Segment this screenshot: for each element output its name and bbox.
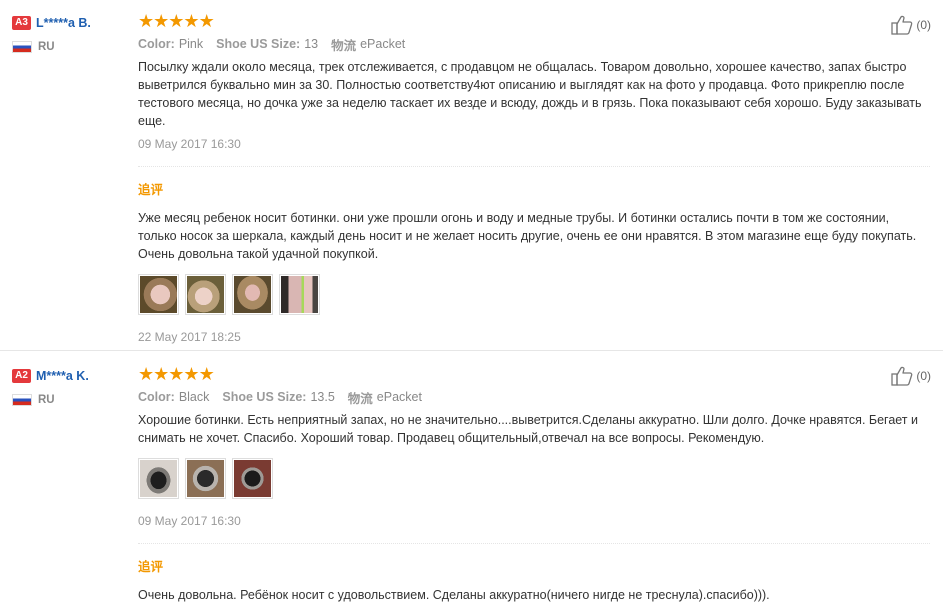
star-icon: ★	[138, 11, 154, 31]
russia-flag-icon	[12, 393, 32, 406]
order-attributes: Color: Black Shoe US Size: 13.5 物流 ePacket	[138, 389, 933, 406]
thumbs-up-icon	[891, 366, 913, 386]
country-code: RU	[38, 393, 55, 406]
reviewer-name: M****a K.	[36, 368, 89, 383]
like-count: (0)	[916, 18, 931, 32]
review-photo[interactable]	[232, 458, 273, 499]
star-rating: ★ ★ ★ ★ ★	[138, 11, 933, 31]
followup-photos	[138, 274, 933, 315]
star-icon: ★	[153, 11, 169, 31]
review-item: A3 L*****a B. RU ★ ★ ★ ★ ★ Color: Pink Shoe US…	[0, 0, 943, 351]
divider	[138, 543, 930, 544]
buyer-level-badge: A2	[12, 368, 31, 383]
review-date: 09 May 2017 16:30	[138, 514, 241, 528]
star-icon: ★	[183, 364, 199, 384]
attribute-size: Shoe US Size: 13	[216, 37, 319, 51]
review-photo[interactable]	[138, 274, 179, 315]
followup-label: 追评	[138, 183, 164, 197]
review-photo[interactable]	[138, 458, 179, 499]
attribute-size: Shoe US Size: 13.5	[222, 390, 335, 404]
reviewer-info: A2 M****a K. RU	[12, 368, 132, 407]
star-rating: ★ ★ ★ ★ ★	[138, 364, 933, 384]
star-icon: ★	[168, 11, 184, 31]
review-text: Посылку ждали около месяца, трек отслежи…	[138, 60, 922, 128]
star-icon: ★	[198, 364, 215, 384]
order-attributes: Color: Pink Shoe US Size: 13 物流 ePacket	[138, 36, 933, 53]
buyer-level-badge: A3	[12, 15, 31, 30]
star-icon: ★	[183, 11, 199, 31]
review-photos	[138, 458, 933, 499]
reviewer-info: A3 L*****a B. RU	[12, 15, 132, 54]
review-text: Хорошие ботинки. Есть неприятный запах, …	[138, 413, 918, 445]
attribute-color: Color: Black	[138, 390, 210, 404]
reviewer-country: RU	[12, 393, 132, 407]
russia-flag-icon	[12, 40, 32, 53]
followup-label: 追评	[138, 560, 164, 574]
thumbs-up-icon	[891, 15, 913, 35]
review-photo[interactable]	[232, 274, 273, 315]
star-icon: ★	[198, 11, 215, 31]
attribute-shipping: 物流 ePacket	[331, 37, 406, 53]
review-content: ★ ★ ★ ★ ★ Color: Black Shoe US Size: 13.5 物流 eP…	[138, 364, 933, 604]
review-item: A2 M****a K. RU ★ ★ ★ ★ ★ Color: Black Shoe US…	[0, 351, 943, 613]
country-code: RU	[38, 40, 55, 53]
attribute-shipping: 物流 ePacket	[347, 390, 422, 406]
followup-text: Очень довольна. Ребёнок носит с удовольс…	[138, 588, 770, 602]
reviewer-name: L*****a B.	[36, 15, 91, 30]
star-icon: ★	[153, 364, 169, 384]
like-button[interactable]: (0)	[891, 15, 931, 35]
review-photo[interactable]	[185, 458, 226, 499]
reviewer-country: RU	[12, 40, 132, 54]
star-icon: ★	[138, 364, 154, 384]
like-button[interactable]: (0)	[891, 366, 931, 386]
review-content: ★ ★ ★ ★ ★ Color: Pink Shoe US Size: 13 物流 ePack…	[138, 11, 933, 344]
review-photo[interactable]	[185, 274, 226, 315]
attribute-color: Color: Pink	[138, 37, 204, 51]
like-count: (0)	[916, 369, 931, 383]
divider	[138, 166, 930, 167]
followup-date: 22 May 2017 18:25	[138, 330, 241, 344]
review-date: 09 May 2017 16:30	[138, 137, 241, 151]
review-photo[interactable]	[279, 274, 320, 315]
followup-text: Уже месяц ребенок носит ботинки. они уже…	[138, 211, 917, 261]
star-icon: ★	[168, 364, 184, 384]
